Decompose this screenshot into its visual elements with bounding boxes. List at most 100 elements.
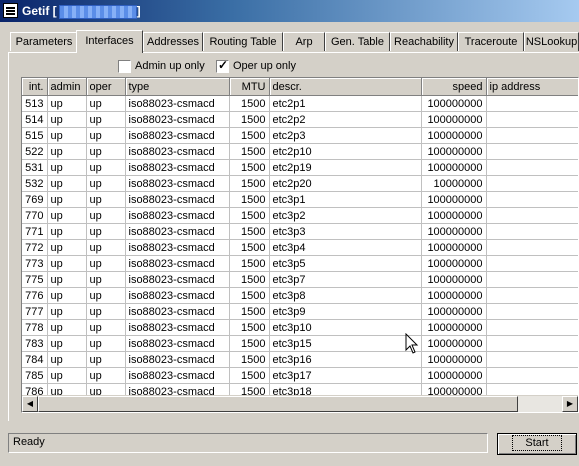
tab-addresses[interactable]: Addresses bbox=[143, 32, 203, 51]
table-cell: up bbox=[47, 159, 87, 176]
table-row[interactable]: 531 up up iso88023-csmacd 1500 etc2p19 1000000… bbox=[22, 159, 578, 176]
tab-nslookup[interactable]: NSLookup bbox=[524, 32, 579, 51]
table-row[interactable]: 515 up up iso88023-csmacd 1500 etc2p3 10000000… bbox=[22, 127, 578, 144]
table-cell bbox=[486, 255, 578, 272]
column-header[interactable]: MTU bbox=[229, 78, 270, 96]
table-cell: 776 bbox=[22, 287, 48, 304]
table-cell: iso88023-csmacd bbox=[125, 255, 230, 272]
table-cell: iso88023-csmacd bbox=[125, 223, 230, 240]
table-row[interactable]: 773 up up iso88023-csmacd 1500 etc3p5 10000000… bbox=[22, 255, 578, 272]
column-header[interactable]: speed bbox=[421, 78, 487, 96]
table-cell: 1500 bbox=[229, 367, 270, 384]
tab-traceroute[interactable]: Traceroute bbox=[458, 32, 524, 51]
scrollbar-thumb[interactable] bbox=[38, 396, 518, 412]
table-cell: 100000000 bbox=[421, 255, 487, 272]
table-cell: 1500 bbox=[229, 351, 270, 368]
table-cell: up bbox=[86, 239, 126, 256]
table-cell: 100000000 bbox=[421, 367, 487, 384]
table-cell: etc3p16 bbox=[269, 351, 422, 368]
oper-up-only-checkbox[interactable] bbox=[216, 58, 229, 73]
table-cell: 1500 bbox=[229, 191, 270, 208]
table-cell: iso88023-csmacd bbox=[125, 111, 230, 128]
table-cell: etc2p3 bbox=[269, 127, 422, 144]
table-cell: iso88023-csmacd bbox=[125, 351, 230, 368]
table-row[interactable]: 514 up up iso88023-csmacd 1500 etc2p2 10000000… bbox=[22, 111, 578, 128]
table-cell: iso88023-csmacd bbox=[125, 143, 230, 160]
status-bar: Ready bbox=[8, 433, 488, 453]
tab-parameters[interactable]: Parameters bbox=[10, 32, 78, 51]
table-cell bbox=[486, 335, 578, 352]
table-cell: iso88023-csmacd bbox=[125, 287, 230, 304]
table-cell: up bbox=[47, 239, 87, 256]
column-header[interactable]: type bbox=[125, 78, 230, 96]
table-cell bbox=[486, 127, 578, 144]
table-cell: 100000000 bbox=[421, 351, 487, 368]
table-row[interactable]: 783 up up iso88023-csmacd 1500 etc3p15 1000000… bbox=[22, 335, 578, 352]
table-row[interactable]: 532 up up iso88023-csmacd 1500 etc2p20 1000000… bbox=[22, 175, 578, 192]
table-row[interactable]: 770 up up iso88023-csmacd 1500 etc3p2 10000000… bbox=[22, 207, 578, 224]
admin-up-only-checkbox[interactable] bbox=[118, 60, 131, 73]
window-list-icon[interactable] bbox=[3, 3, 18, 18]
table-cell: up bbox=[86, 351, 126, 368]
table-cell: 778 bbox=[22, 319, 48, 336]
table-cell: up bbox=[86, 175, 126, 192]
table-cell: up bbox=[47, 127, 87, 144]
table-cell bbox=[486, 303, 578, 320]
table-cell: 10000000 bbox=[421, 175, 487, 192]
table-cell: 100000000 bbox=[421, 239, 487, 256]
table-cell: 1500 bbox=[229, 319, 270, 336]
column-header[interactable]: admin bbox=[47, 78, 87, 96]
title-bar[interactable]: Getif [] bbox=[0, 0, 579, 22]
table-row[interactable]: 785 up up iso88023-csmacd 1500 etc3p17 1000000… bbox=[22, 367, 578, 384]
table-row[interactable]: 522 up up iso88023-csmacd 1500 etc2p10 1000000… bbox=[22, 143, 578, 160]
tab-routing-table[interactable]: Routing Table bbox=[203, 32, 283, 51]
table-cell bbox=[486, 223, 578, 240]
column-header[interactable]: ip address bbox=[486, 78, 578, 96]
table-cell: 514 bbox=[22, 111, 48, 128]
start-button[interactable]: Start bbox=[497, 433, 577, 455]
table-row[interactable]: 776 up up iso88023-csmacd 1500 etc3p8 10000000… bbox=[22, 287, 578, 304]
table-cell: 773 bbox=[22, 255, 48, 272]
table-cell: 100000000 bbox=[421, 127, 487, 144]
table-cell bbox=[486, 271, 578, 288]
table-row[interactable]: 775 up up iso88023-csmacd 1500 etc3p7 10000000… bbox=[22, 271, 578, 288]
table-cell: up bbox=[47, 367, 87, 384]
table-cell: 532 bbox=[22, 175, 48, 192]
table-cell: 100000000 bbox=[421, 143, 487, 160]
table-cell: etc2p10 bbox=[269, 143, 422, 160]
table-cell: iso88023-csmacd bbox=[125, 319, 230, 336]
interfaces-table-view[interactable]: int. admin oper type MTU descr. speed ip addres… bbox=[21, 77, 579, 413]
column-header[interactable]: int. bbox=[22, 78, 48, 96]
table-cell: 100000000 bbox=[421, 271, 487, 288]
table-cell bbox=[486, 191, 578, 208]
table-row[interactable]: 769 up up iso88023-csmacd 1500 etc3p1 10000000… bbox=[22, 191, 578, 208]
table-cell: 531 bbox=[22, 159, 48, 176]
table-cell: up bbox=[47, 319, 87, 336]
mouse-pointer-icon bbox=[405, 333, 419, 354]
table-cell: 100000000 bbox=[421, 335, 487, 352]
table-row[interactable]: 777 up up iso88023-csmacd 1500 etc3p9 10000000… bbox=[22, 303, 578, 320]
column-header[interactable]: oper bbox=[86, 78, 126, 96]
table-cell: etc3p9 bbox=[269, 303, 422, 320]
table-cell: etc3p17 bbox=[269, 367, 422, 384]
tab-arp[interactable]: Arp bbox=[283, 32, 325, 51]
table-row[interactable]: 513 up up iso88023-csmacd 1500 etc2p1 10000000… bbox=[22, 95, 578, 112]
tab-gen-table[interactable]: Gen. Table bbox=[325, 32, 390, 51]
tab-reachability[interactable]: Reachability bbox=[390, 32, 458, 51]
table-cell: 515 bbox=[22, 127, 48, 144]
tab-interfaces[interactable]: Interfaces bbox=[76, 30, 143, 53]
table-row[interactable]: 784 up up iso88023-csmacd 1500 etc3p16 1000000… bbox=[22, 351, 578, 368]
table-cell bbox=[486, 287, 578, 304]
table-row[interactable]: 772 up up iso88023-csmacd 1500 etc3p4 10000000… bbox=[22, 239, 578, 256]
table-cell: 783 bbox=[22, 335, 48, 352]
table-cell: 1500 bbox=[229, 303, 270, 320]
table-cell: 100000000 bbox=[421, 111, 487, 128]
horizontal-scrollbar[interactable]: ◀ ▶ bbox=[22, 395, 578, 412]
table-cell: 777 bbox=[22, 303, 48, 320]
arrow-right-icon[interactable]: ▶ bbox=[562, 396, 578, 412]
column-header[interactable]: descr. bbox=[269, 78, 422, 96]
table-cell: 1500 bbox=[229, 127, 270, 144]
table-row[interactable]: 771 up up iso88023-csmacd 1500 etc3p3 10000000… bbox=[22, 223, 578, 240]
table-row[interactable]: 778 up up iso88023-csmacd 1500 etc3p10 1000000… bbox=[22, 319, 578, 336]
arrow-left-icon[interactable]: ◀ bbox=[22, 396, 38, 412]
